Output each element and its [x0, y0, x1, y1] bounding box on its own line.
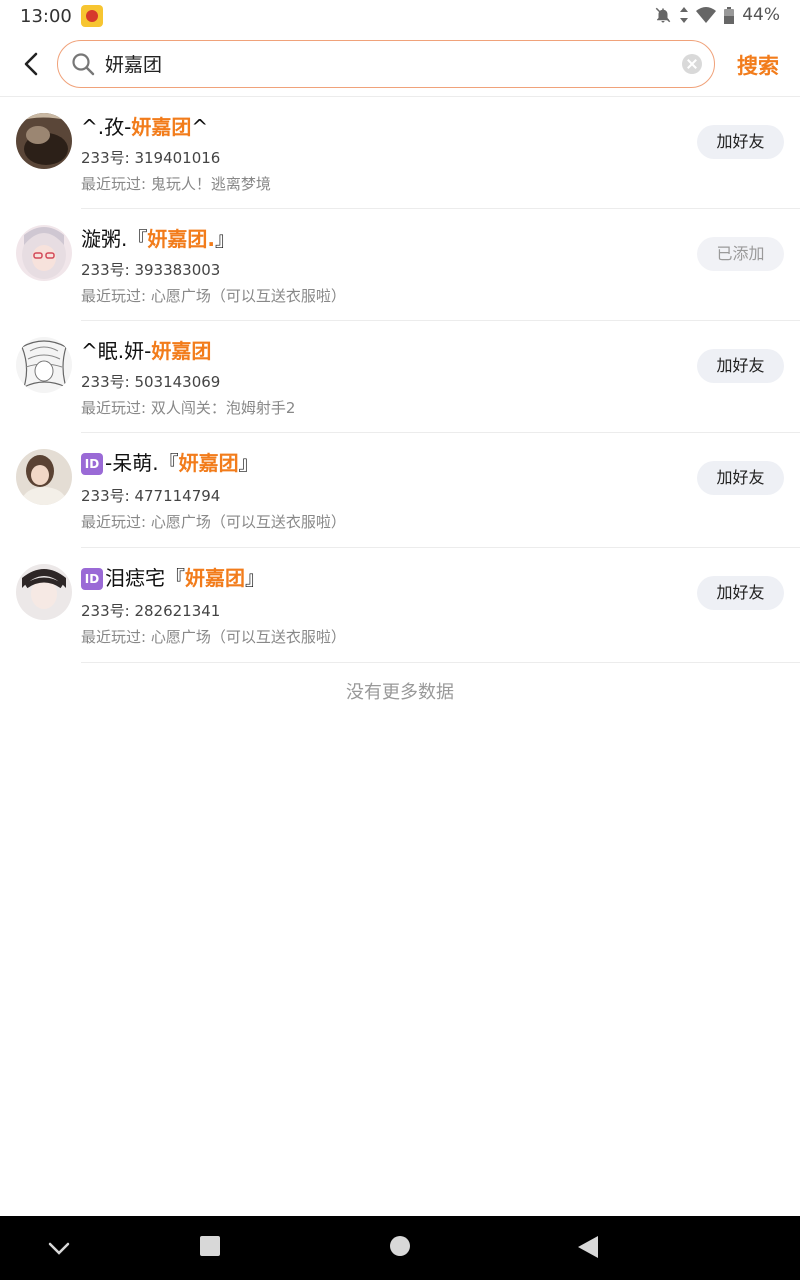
search-box[interactable]: [57, 40, 715, 88]
nickname: ^眠.妍-妍嘉团: [81, 339, 212, 363]
nickname: 漩粥.『妍嘉团.』: [81, 227, 235, 251]
add-friend-button[interactable]: 加好友: [697, 576, 784, 610]
add-friend-button[interactable]: 加好友: [697, 125, 784, 159]
search-icon: [72, 53, 95, 76]
add-friend-button[interactable]: 加好友: [697, 349, 784, 383]
battery-percent: 44%: [742, 5, 780, 25]
navigation-bar: [0, 1216, 800, 1280]
nickname: ID 泪痣宅『妍嘉团』: [81, 562, 265, 591]
divider: [81, 662, 800, 663]
square-recents-icon[interactable]: [200, 1236, 220, 1256]
wifi-icon: [696, 7, 717, 23]
avatar[interactable]: [16, 564, 72, 620]
status-bar: 13:00 44%: [0, 0, 800, 34]
result-list: ^.孜-妍嘉团^ 233号: 319401016 最近玩过: 鬼玩人！逃离梦境 …: [0, 97, 800, 663]
result-item[interactable]: ^.孜-妍嘉团^ 233号: 319401016 最近玩过: 鬼玩人！逃离梦境 …: [0, 97, 800, 209]
nickname: ^.孜-妍嘉团^: [81, 115, 209, 139]
avatar[interactable]: [16, 337, 72, 393]
no-more-data-label: 没有更多数据: [346, 682, 454, 703]
battery-icon: [724, 6, 735, 24]
result-item[interactable]: ^眠.妍-妍嘉团 233号: 503143069 最近玩过: 双人闯关：泡姆射手…: [0, 321, 800, 433]
user-id: 233号: 503143069: [81, 373, 221, 391]
chevron-down-icon[interactable]: [48, 1242, 70, 1256]
id-badge: ID: [81, 453, 103, 475]
nickname: ID -呆萌.『妍嘉团』: [81, 447, 259, 476]
recently-played: 最近玩过: 心愿广场（可以互送衣服啦）: [81, 287, 346, 305]
avatar[interactable]: [16, 113, 72, 169]
circle-home-icon[interactable]: [390, 1236, 410, 1256]
recently-played: 最近玩过: 心愿广场（可以互送衣服啦）: [81, 628, 346, 646]
user-id: 233号: 319401016: [81, 149, 221, 167]
avatar[interactable]: [16, 225, 72, 281]
search-header: 搜索: [0, 38, 800, 94]
result-item[interactable]: ID 泪痣宅『妍嘉团』 233号: 282621341 最近玩过: 心愿广场（可以…: [0, 548, 800, 663]
avatar[interactable]: [16, 449, 72, 505]
app-notification-icon: [81, 5, 103, 27]
user-id: 233号: 282621341: [81, 602, 221, 620]
user-id: 233号: 393383003: [81, 261, 221, 279]
recently-played: 最近玩过: 双人闯关：泡姆射手2: [81, 399, 296, 417]
recently-played: 最近玩过: 鬼玩人！逃离梦境: [81, 175, 271, 193]
notifications-off-icon: [655, 7, 671, 23]
back-icon[interactable]: [18, 50, 46, 78]
result-item[interactable]: ID -呆萌.『妍嘉团』 233号: 477114794 最近玩过: 心愿广场（可…: [0, 433, 800, 548]
clear-icon[interactable]: [682, 54, 702, 74]
search-button[interactable]: 搜索: [737, 50, 779, 80]
search-input[interactable]: [105, 52, 665, 74]
triangle-back-icon[interactable]: [578, 1236, 598, 1258]
add-friend-button[interactable]: 加好友: [697, 461, 784, 495]
status-icons: 44%: [654, 5, 780, 25]
data-arrows-icon: [680, 7, 689, 23]
result-item[interactable]: 漩粥.『妍嘉团.』 233号: 393383003 最近玩过: 心愿广场（可以互…: [0, 209, 800, 321]
status-time: 13:00: [20, 6, 72, 27]
user-id: 233号: 477114794: [81, 487, 221, 505]
id-badge: ID: [81, 568, 103, 590]
added-button[interactable]: 已添加: [697, 237, 784, 271]
recently-played: 最近玩过: 心愿广场（可以互送衣服啦）: [81, 513, 346, 531]
